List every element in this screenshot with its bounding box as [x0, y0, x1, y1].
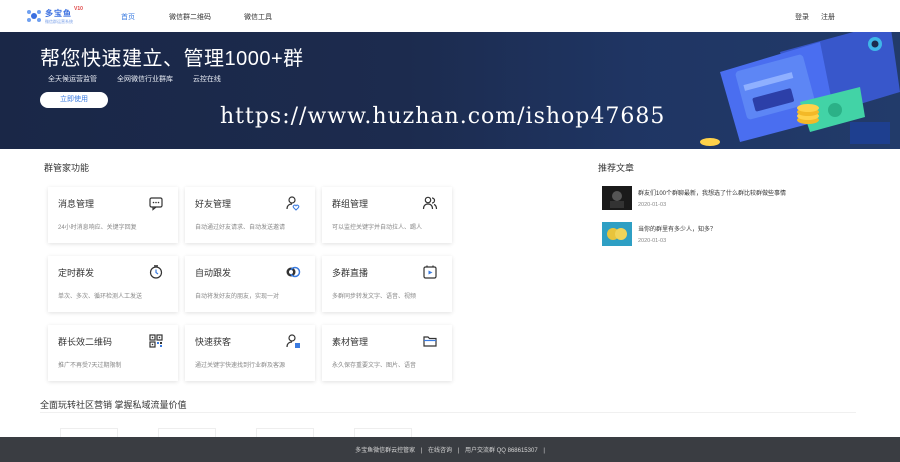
- clock-icon: [149, 265, 163, 279]
- section-divider: [40, 412, 856, 413]
- chat-icon: [149, 197, 163, 211]
- article-item[interactable]: 当你的群里有多少人，知多？ 2020-01-03: [602, 222, 862, 250]
- ranking-title: 推荐文章: [598, 163, 635, 173]
- banner-tag: 全网微信行业群库: [116, 76, 173, 83]
- feature-card[interactable]: 群长效二维码 推广不再受7天过期限制: [48, 325, 178, 381]
- feature-title: 群组管理: [332, 199, 369, 209]
- footer-separator: |: [420, 448, 423, 454]
- feature-card[interactable]: 定时群发 单次、多次、循环检测人工发送: [48, 256, 178, 312]
- nav-group-qrcode[interactable]: 微信群二维码: [169, 12, 211, 22]
- community-title: 全面玩转社区营销 掌握私域流量价值: [40, 400, 187, 410]
- feature-card[interactable]: 消息管理 24小时消息响应、关键字回复: [48, 187, 178, 243]
- toggle-icon: [286, 266, 301, 278]
- login-link[interactable]: 登录: [795, 12, 809, 22]
- feature-title: 自动跟发: [195, 268, 232, 278]
- feature-title: 定时群发: [58, 268, 95, 278]
- hero-banner: 帮您快速建立、管理1000+群 全天候运营监管 全网微信行业群库 云控在线 立即…: [0, 32, 900, 149]
- feature-title: 群长效二维码: [58, 337, 113, 347]
- brand-tagline: 微信群运营系统: [45, 19, 73, 24]
- feature-desc: 永久保存重要文字、图片、语音: [332, 363, 417, 369]
- logo-fish-icon: [27, 10, 41, 22]
- use-now-button[interactable]: 立即使用: [40, 92, 108, 108]
- banner-title: 帮您快速建立、管理1000+群: [40, 48, 304, 70]
- feature-card[interactable]: 群组管理 可以监控关键字并自动拉人、踢人: [322, 187, 452, 243]
- watermark-url: https://www.huzhan.com/ishop47685: [220, 104, 666, 129]
- feature-desc: 自动通过好友请求、自动发送邀请: [195, 225, 286, 231]
- users-icon: [422, 196, 438, 210]
- feature-title: 素材管理: [332, 337, 369, 347]
- qrcode-icon: [149, 334, 163, 348]
- nav-home[interactable]: 首页: [121, 12, 135, 22]
- feature-desc: 24小时消息响应、关键字回复: [58, 225, 137, 231]
- banner-tag: 云控在线: [192, 76, 221, 83]
- banner-illustration: [700, 32, 900, 146]
- feature-card[interactable]: 素材管理 永久保存重要文字、图片、语音: [322, 325, 452, 381]
- brand-name: 多宝鱼: [45, 9, 72, 18]
- feature-title: 多群直播: [332, 268, 369, 278]
- feature-card[interactable]: 好友管理 自动通过好友请求、自动发送邀请: [185, 187, 315, 243]
- feature-desc: 通过关键字快速找到行业群及客源: [195, 363, 286, 369]
- article-title: 群友们100个群聊最新，我想选了什么群比较群做些事情: [638, 191, 787, 197]
- feature-card[interactable]: 快速获客 通过关键字快速找到行业群及客源: [185, 325, 315, 381]
- user-search-icon: [286, 334, 300, 348]
- features-title: 群管家功能: [44, 163, 90, 173]
- feature-desc: 单次、多次、循环检测人工发送: [58, 294, 143, 300]
- feature-card[interactable]: 多群直播 多群同步转发文字、语音、视频: [322, 256, 452, 312]
- nav-wechat-tools[interactable]: 微信工具: [244, 12, 272, 22]
- feature-desc: 多群同步转发文字、语音、视频: [332, 294, 417, 300]
- article-thumbnail: [602, 186, 632, 210]
- article-date: 2020-01-03: [638, 202, 667, 208]
- feature-title: 好友管理: [195, 199, 232, 209]
- footer-consult-link[interactable]: 在线咨询: [428, 448, 452, 454]
- top-nav: 多宝鱼 V10 微信群运营系统 首页 微信群二维码 微信工具 登录 注册: [0, 0, 900, 32]
- feature-desc: 自动将发好友的朋友，实现一对: [195, 294, 280, 300]
- footer-text: 多宝鱼微信群云控管家 | 在线咨询 | 用户交流群 QQ 868615307 |: [0, 445, 900, 454]
- banner-tag: 全天候运营监管: [48, 76, 97, 83]
- article-title: 当你的群里有多少人，知多？: [638, 227, 717, 233]
- footer-separator: |: [457, 448, 460, 454]
- footer-brand: 多宝鱼微信群云控管家: [355, 448, 416, 454]
- article-date: 2020-01-03: [638, 238, 667, 244]
- play-icon: [423, 265, 437, 279]
- user-heart-icon: [286, 196, 300, 211]
- footer: 多宝鱼微信群云控管家 | 在线咨询 | 用户交流群 QQ 868615307 |: [0, 437, 900, 462]
- brand-version: V10: [74, 6, 83, 12]
- folder-icon: [423, 336, 437, 347]
- feature-title: 快速获客: [195, 337, 232, 347]
- register-link[interactable]: 注册: [821, 12, 835, 22]
- feature-card[interactable]: 自动跟发 自动将发好友的朋友，实现一对: [185, 256, 315, 312]
- footer-separator: |: [543, 448, 545, 454]
- brand-logo[interactable]: 多宝鱼 V10 微信群运营系统: [26, 6, 96, 28]
- feature-desc: 可以监控关键字并自动拉人、踢人: [332, 225, 423, 231]
- article-item[interactable]: 群友们100个群聊最新，我想选了什么群比较群做些事情 2020-01-03: [602, 186, 862, 214]
- feature-title: 消息管理: [58, 199, 95, 209]
- feature-desc: 推广不再受7天过期限制: [58, 363, 122, 369]
- article-thumbnail: [602, 222, 632, 246]
- footer-support: 用户交流群 QQ 868615307: [464, 448, 538, 454]
- banner-tags: 全天候运营监管 全网微信行业群库 云控在线: [48, 74, 239, 84]
